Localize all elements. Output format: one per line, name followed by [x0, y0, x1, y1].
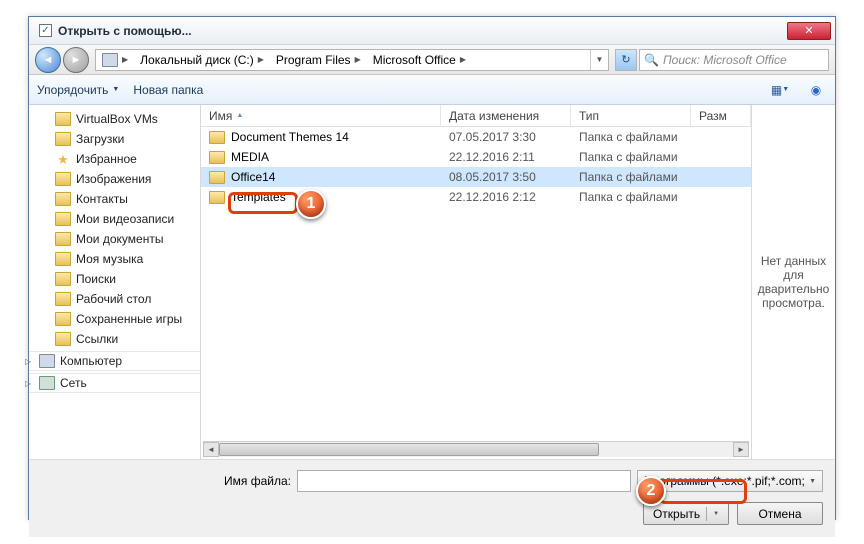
folder-icon: [55, 132, 71, 146]
folder-icon: [55, 252, 71, 266]
window-title: Открыть с помощью...: [58, 24, 787, 38]
folder-icon: [209, 191, 225, 204]
close-button[interactable]: ✕: [787, 22, 831, 40]
tree-item[interactable]: Сохраненные игры: [29, 309, 200, 329]
tree-network[interactable]: ▷Сеть: [29, 373, 200, 393]
scroll-right-icon[interactable]: ►: [733, 442, 749, 457]
breadcrumb-dropdown[interactable]: ▼: [590, 50, 608, 70]
favorites-icon: ★: [55, 152, 71, 166]
col-name[interactable]: Имя▲: [201, 105, 441, 126]
list-item[interactable]: Templates 22.12.2016 2:12 Папка с файлам…: [201, 187, 751, 207]
new-folder-button[interactable]: Новая папка: [133, 83, 203, 97]
list-item-selected[interactable]: Office14 08.05.2017 3:50 Папка с файлами: [201, 167, 751, 187]
breadcrumb-seg-1[interactable]: Локальный диск (C:)▶: [134, 50, 270, 70]
col-size[interactable]: Разм: [691, 105, 751, 126]
sort-asc-icon: ▲: [236, 112, 243, 119]
folder-icon: [55, 292, 71, 306]
back-button[interactable]: ◄: [35, 47, 61, 73]
breadcrumb[interactable]: ▶ Локальный диск (C:)▶ Program Files▶ Mi…: [95, 49, 609, 71]
nav-bar: ◄ ► ▶ Локальный диск (C:)▶ Program Files…: [29, 45, 835, 75]
open-with-dialog: ✓ Открыть с помощью... ✕ ◄ ► ▶ Локальный…: [28, 16, 836, 520]
computer-icon: [102, 53, 118, 67]
command-bar: Упорядочить▼ Новая папка ▦ ▼ ◉: [29, 75, 835, 105]
network-icon: [39, 376, 55, 390]
tree-item[interactable]: Загрузки: [29, 129, 200, 149]
breadcrumb-root[interactable]: ▶: [96, 50, 134, 70]
search-input[interactable]: 🔍 Поиск: Microsoft Office: [639, 49, 829, 71]
breadcrumb-seg-2[interactable]: Program Files▶: [270, 50, 367, 70]
nav-tree[interactable]: VirtualBox VMs Загрузки ★Избранное Изобр…: [29, 105, 201, 459]
tree-item[interactable]: Мои документы: [29, 229, 200, 249]
tree-item[interactable]: Рабочий стол: [29, 289, 200, 309]
annotation-marker-2: 2: [636, 476, 666, 506]
tree-item[interactable]: VirtualBox VMs: [29, 109, 200, 129]
preview-text: Нет данных для дварительно просмотра.: [758, 254, 829, 310]
chevron-down-icon: ▼: [713, 511, 719, 517]
chevron-down-icon: ▼: [809, 478, 816, 485]
tree-item[interactable]: Ссылки: [29, 329, 200, 349]
view-options-button[interactable]: ▦ ▼: [769, 79, 791, 101]
breadcrumb-seg-3[interactable]: Microsoft Office▶: [367, 50, 472, 70]
folder-icon: [55, 312, 71, 326]
folder-icon: [55, 232, 71, 246]
chevron-right-icon: ▷: [29, 357, 31, 366]
organize-button[interactable]: Упорядочить▼: [37, 83, 119, 97]
col-type[interactable]: Тип: [571, 105, 691, 126]
preview-pane: Нет данных для дварительно просмотра.: [751, 105, 835, 459]
help-button[interactable]: ◉: [805, 79, 827, 101]
folder-icon: [55, 112, 71, 126]
forward-button[interactable]: ►: [63, 47, 89, 73]
tree-item[interactable]: ★Избранное: [29, 149, 200, 169]
computer-icon: [39, 354, 55, 368]
scroll-left-icon[interactable]: ◄: [203, 442, 219, 457]
cancel-button[interactable]: Отмена: [737, 502, 823, 525]
list-item[interactable]: Document Themes 14 07.05.2017 3:30 Папка…: [201, 127, 751, 147]
folder-icon: [55, 192, 71, 206]
filename-input[interactable]: [297, 470, 631, 492]
scroll-thumb[interactable]: [219, 443, 599, 456]
refresh-button[interactable]: ↻: [615, 49, 637, 71]
app-icon: ✓: [39, 24, 52, 37]
bottom-panel: Имя файла: Программы (*.exe;*.pif;*.com;…: [29, 459, 835, 537]
tree-computer[interactable]: ▷Компьютер: [29, 351, 200, 371]
search-icon: 🔍: [644, 53, 659, 67]
tree-item[interactable]: Изображения: [29, 169, 200, 189]
folder-icon: [55, 212, 71, 226]
folder-icon: [209, 171, 225, 184]
search-placeholder: Поиск: Microsoft Office: [663, 53, 787, 67]
annotation-marker-1: 1: [296, 189, 326, 219]
file-list[interactable]: Document Themes 14 07.05.2017 3:30 Папка…: [201, 127, 751, 441]
tree-item[interactable]: Мои видеозаписи: [29, 209, 200, 229]
folder-icon: [55, 272, 71, 286]
file-list-panel: Имя▲ Дата изменения Тип Разм Document Th…: [201, 105, 751, 459]
filename-label: Имя файла:: [41, 474, 291, 488]
folder-icon: [209, 151, 225, 164]
title-bar: ✓ Открыть с помощью... ✕: [29, 17, 835, 45]
folder-icon: [209, 131, 225, 144]
list-item[interactable]: MEDIA 22.12.2016 2:11 Папка с файлами: [201, 147, 751, 167]
tree-item[interactable]: Моя музыка: [29, 249, 200, 269]
tree-item[interactable]: Поиски: [29, 269, 200, 289]
folder-icon: [55, 172, 71, 186]
chevron-right-icon: ▷: [29, 379, 31, 388]
folder-icon: [55, 332, 71, 346]
column-headers: Имя▲ Дата изменения Тип Разм: [201, 105, 751, 127]
col-date[interactable]: Дата изменения: [441, 105, 571, 126]
open-button[interactable]: Открыть▼: [643, 502, 729, 525]
horizontal-scrollbar[interactable]: ◄ ►: [203, 441, 749, 457]
tree-item[interactable]: Контакты: [29, 189, 200, 209]
